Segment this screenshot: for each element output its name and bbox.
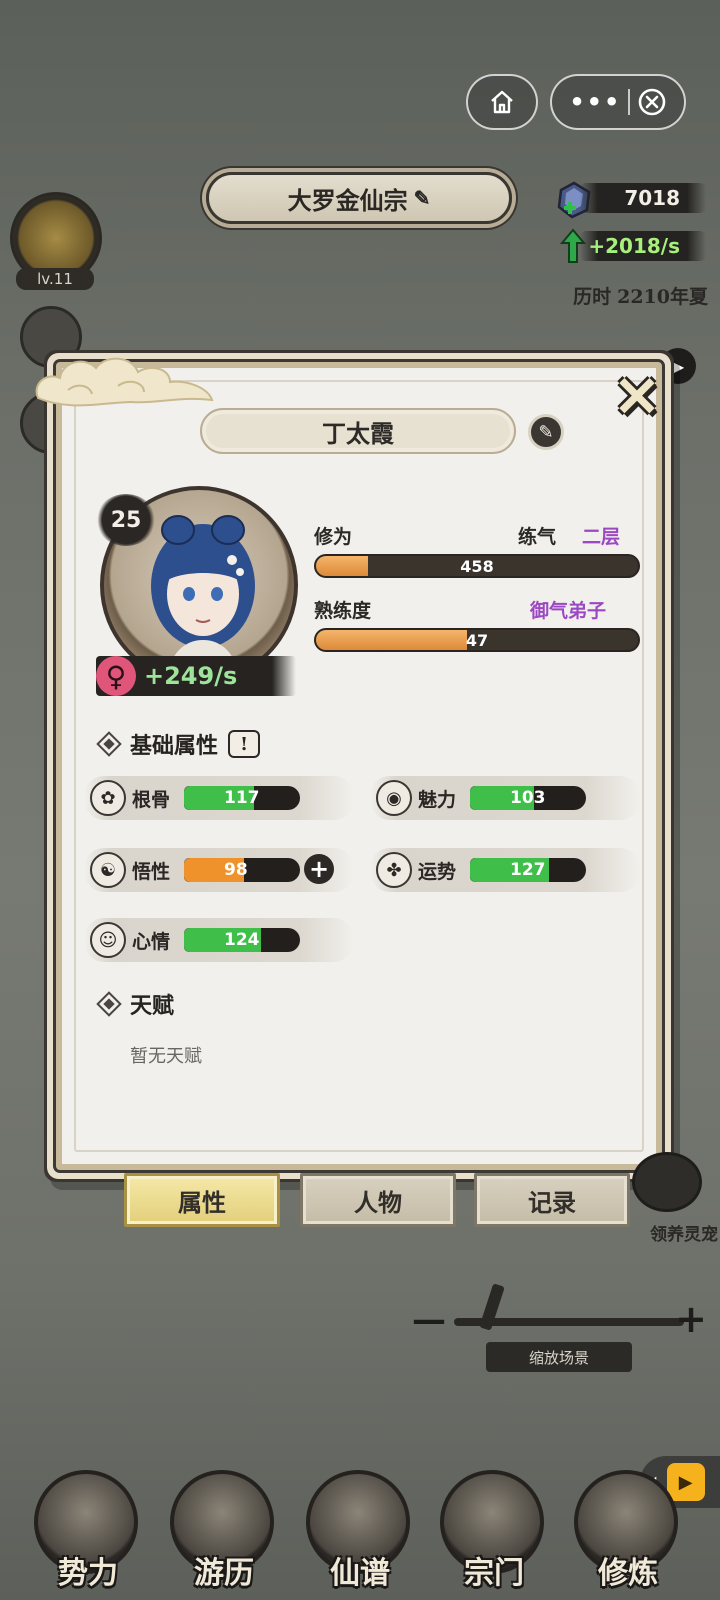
tab-character[interactable]: 人物 (300, 1173, 456, 1227)
attr-row-charm: ◉ 魅力 103 (370, 776, 640, 820)
nav-faction[interactable]: 势力 (34, 1470, 142, 1596)
mini-program-menu: ••• (550, 74, 686, 130)
nav-label: 仙谱 (330, 1556, 390, 1591)
zoom-in-button[interactable]: + (670, 1298, 712, 1340)
nav-label: 势力 (58, 1556, 118, 1591)
adopt-pet-label: 领养灵宠 (650, 1225, 718, 1245)
cultivation-rate: +249/s (144, 662, 238, 690)
nav-travel[interactable]: 游历 (170, 1470, 278, 1596)
home-button[interactable] (466, 74, 538, 130)
talent-heading: 天赋 (96, 988, 174, 1020)
attr-name: 心情 (132, 930, 171, 953)
attr-row-mood: ☺ 心情 124 (84, 918, 354, 962)
diamond-icon (96, 731, 122, 757)
spirit-stone-counter: 7018 (580, 183, 706, 213)
info-alert-icon[interactable]: ! (228, 730, 261, 758)
attr-name: 根骨 (132, 788, 171, 811)
sect-name: 大罗金仙宗 (287, 185, 408, 215)
attr-name: 运势 (418, 860, 457, 883)
basic-attributes-title: 基础属性 (130, 733, 219, 759)
era-prefix: 历时 (573, 286, 612, 308)
attr-name: 悟性 (132, 860, 171, 883)
nav-label: 宗门 (464, 1556, 524, 1591)
meditate-icon: ☯ (90, 852, 126, 888)
brush-edit-icon[interactable]: ✎ (414, 186, 431, 210)
basic-attributes-heading: 基础属性 ! (96, 728, 261, 760)
close-panel-icon[interactable]: ✕ (608, 368, 666, 426)
income-rate: +2018/s (580, 231, 706, 261)
attr-value: 98 (224, 860, 248, 880)
nav-label: 游历 (194, 1556, 254, 1591)
attr-value: 117 (224, 788, 260, 808)
attr-bar: 103 (470, 786, 586, 810)
adopt-pet-button[interactable] (632, 1152, 702, 1212)
more-dots-icon[interactable]: ••• (569, 90, 621, 114)
close-circle-icon[interactable] (637, 87, 667, 117)
attr-name: 魅力 (418, 788, 457, 811)
capsule-divider (628, 89, 631, 115)
attr-bar: 98 (184, 858, 300, 882)
nav-cultivate[interactable]: 修炼 (574, 1470, 682, 1596)
cultivation-rate-strip: ♀ +249/s (96, 656, 296, 696)
cultivation-value: 458 (460, 556, 494, 576)
proficiency-label: 熟练度 (314, 600, 372, 622)
player-level-badge: lv.11 (16, 268, 94, 290)
attr-value: 124 (224, 930, 260, 950)
cultivation-progress-bar: 458 (314, 554, 640, 578)
talent-empty-text: 暂无天赋 (130, 1046, 202, 1067)
home-icon (491, 90, 513, 114)
character-name: 丁太霞 (322, 418, 394, 448)
sect-name-banner[interactable]: 大罗金仙宗 ✎ (206, 172, 512, 224)
cultivation-label: 修为 (314, 526, 353, 548)
female-icon: ♀ (96, 656, 136, 696)
attr-value: 103 (510, 788, 546, 808)
attr-row-luck: ✤ 运势 127 (370, 848, 640, 892)
add-insight-button[interactable]: + (304, 854, 334, 884)
charm-eye-icon: ◉ (376, 780, 412, 816)
proficiency-rank: 御气弟子 (530, 600, 607, 622)
realm-stage: 二层 (582, 526, 621, 548)
nav-immortal-register[interactable]: 仙谱 (306, 1470, 414, 1596)
tab-attributes[interactable]: 属性 (124, 1173, 280, 1227)
nav-sect[interactable]: 宗门 (440, 1470, 548, 1596)
attr-value: 127 (510, 860, 546, 880)
rename-brush-icon[interactable]: ✎ (528, 414, 564, 450)
attr-bar: 124 (184, 928, 300, 952)
cloud-ornament-icon (35, 357, 214, 407)
bone-icon: ✿ (90, 780, 126, 816)
attr-row-bone: ✿ 根骨 117 (84, 776, 354, 820)
era-value: 2210年夏 (617, 286, 708, 308)
nav-label: 修炼 (598, 1556, 658, 1591)
character-name-plate: 丁太霞 (200, 408, 516, 454)
proficiency-progress-bar: 47 (314, 628, 640, 652)
age-badge: 25 (96, 494, 156, 546)
attr-bar: 117 (184, 786, 300, 810)
tab-records[interactable]: 记录 (474, 1173, 630, 1227)
clover-icon: ✤ (376, 852, 412, 888)
proficiency-value: 47 (465, 630, 489, 650)
zoom-out-button[interactable]: — (410, 1303, 448, 1337)
diamond-icon (96, 991, 122, 1017)
attr-bar: 127 (470, 858, 586, 882)
realm-label: 练气 (518, 526, 557, 548)
zoom-scene-label: 缩放场景 (486, 1342, 632, 1372)
talent-title: 天赋 (130, 993, 175, 1019)
era-label: 历时 2210年夏 (538, 282, 708, 309)
smile-icon: ☺ (90, 922, 126, 958)
